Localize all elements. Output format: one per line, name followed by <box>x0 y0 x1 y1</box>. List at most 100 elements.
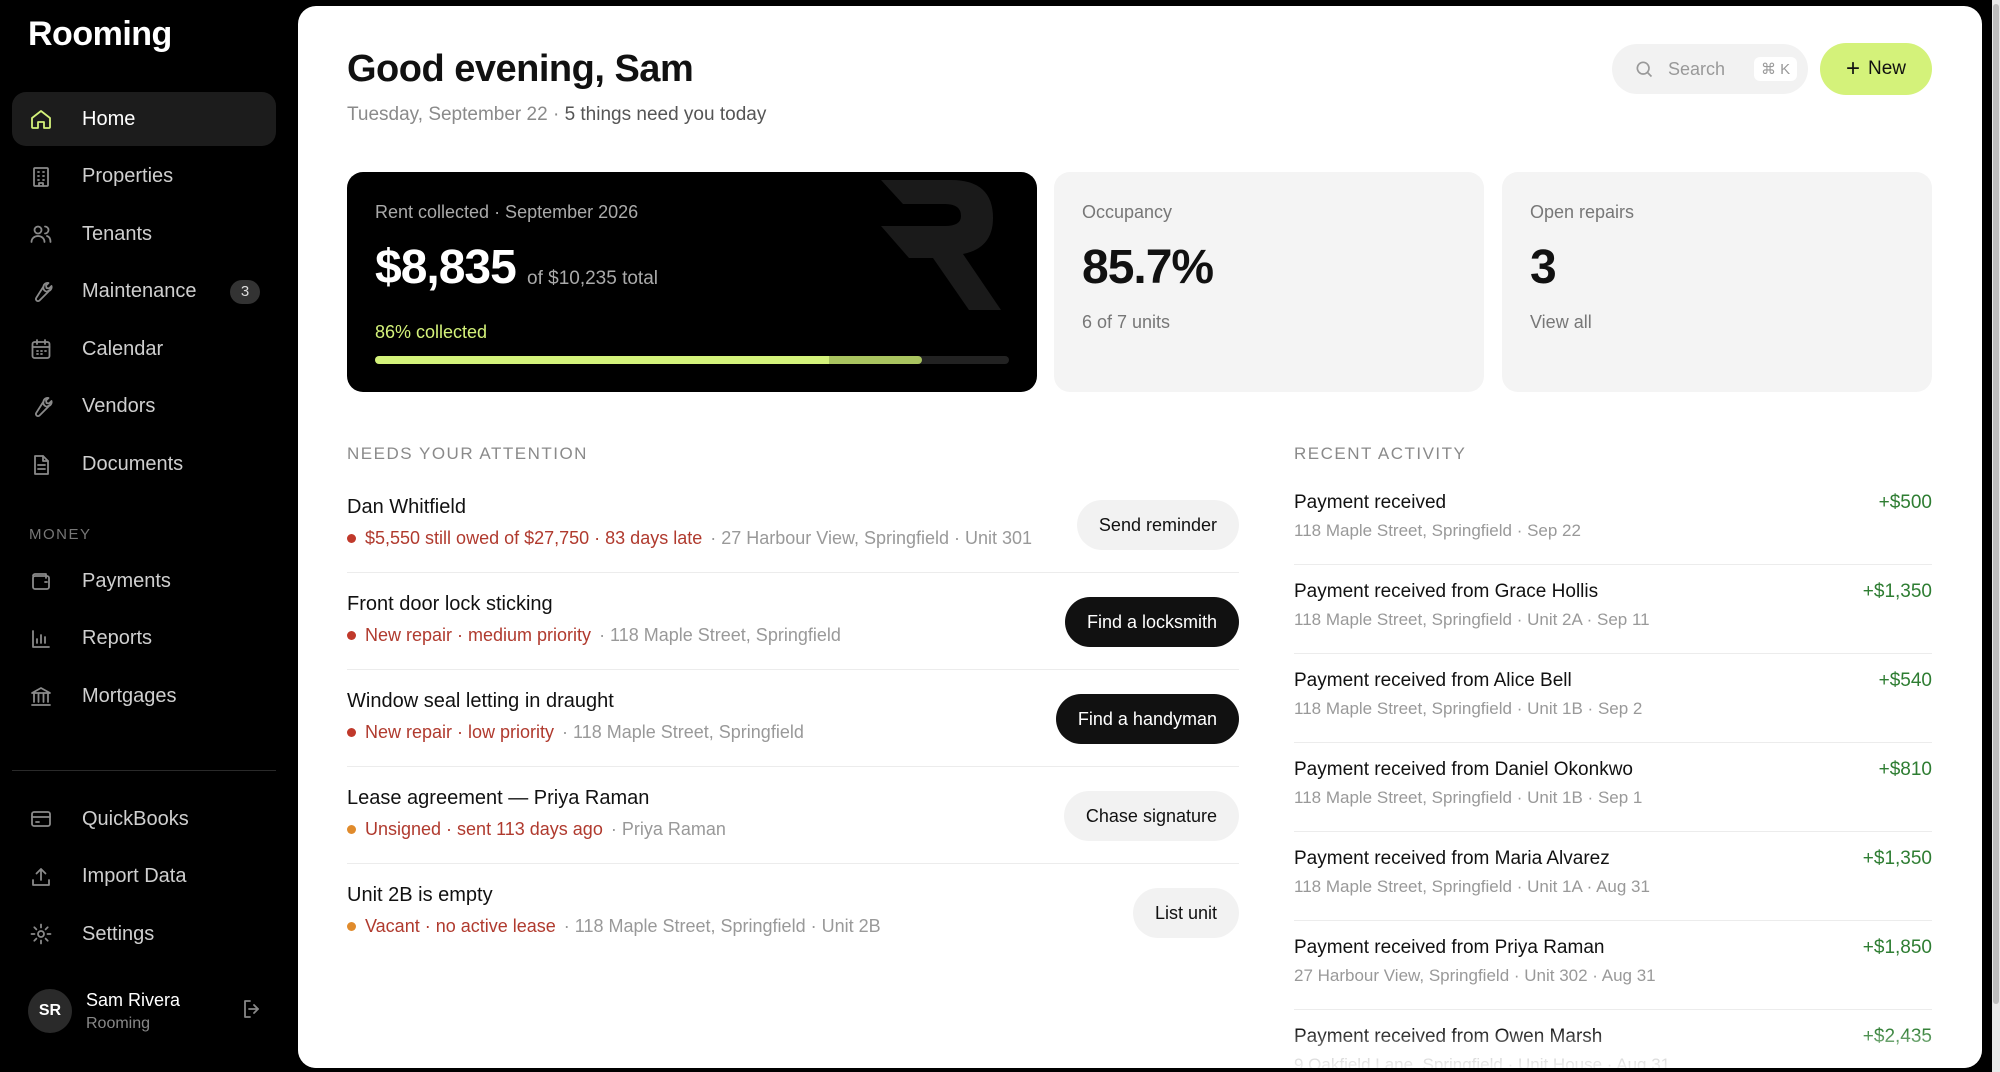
find-a-handyman-button[interactable]: Find a handyman <box>1055 694 1239 744</box>
attention-item-detail: · 27 Harbour View, Springfield · Unit 30… <box>710 528 1033 548</box>
logout-icon[interactable] <box>240 997 264 1026</box>
activity-item-title: Payment received <box>1294 492 1447 513</box>
sidebar-item-calendar[interactable]: Calendar <box>12 322 276 376</box>
search-box[interactable]: ⌘ K <box>1612 44 1808 94</box>
chase-signature-button[interactable]: Chase signature <box>1063 791 1239 841</box>
building-icon <box>28 164 54 190</box>
sidebar-item-settings[interactable]: Settings <box>12 907 276 961</box>
activity-item[interactable]: Payment received 118 Maple Street, Spring… <box>1294 476 1932 565</box>
activity-item[interactable]: Payment received from Owen Marsh 9 Oakfie… <box>1294 1010 1932 1068</box>
sidebar-item-documents[interactable]: Documents <box>12 438 276 492</box>
attention-item[interactable]: Dan Whitfield $5,550 still owed of $27,75… <box>347 476 1239 573</box>
activity-item-title: Payment received from Daniel Okonkwo <box>1294 759 1633 780</box>
status-dot-icon <box>347 631 356 640</box>
attention-item-status: Unsigned · sent 113 days ago <box>365 819 603 839</box>
money-section-label: MONEY <box>29 526 92 543</box>
attention-item[interactable]: Unit 2B is empty Vacant · no active lease… <box>347 864 1239 961</box>
activity-item-amount: +$1,850 <box>1862 937 1932 958</box>
activity-item[interactable]: Payment received from Daniel Okonkwo 118 … <box>1294 743 1932 832</box>
attention-item-status: New repair · low priority <box>365 722 555 742</box>
status-dot-icon <box>347 534 356 543</box>
occupancy-card[interactable]: Occupancy 85.7% 6 of 7 units <box>1054 172 1484 392</box>
subtitle-separator: · <box>547 104 565 125</box>
plus-icon: + <box>1845 55 1860 82</box>
main-nav: Home Properties Tenants Maintenance 3 Calenda… <box>12 92 276 495</box>
bottom-nav: QuickBooks Import Data Settings <box>12 792 276 965</box>
sidebar-item-maintenance[interactable]: Maintenance 3 <box>12 265 276 319</box>
sidebar-item-quickbooks[interactable]: QuickBooks <box>12 792 276 846</box>
rooming-logo[interactable]: Rooming <box>28 14 172 54</box>
attention-item-title: Front door lock sticking <box>347 593 553 615</box>
repairs-view-all-link[interactable]: View all <box>1530 312 1592 333</box>
attention-item-meta: New repair · low priority · 118 Maple Str… <box>347 722 804 743</box>
sidebar-item-label: Mortgages <box>82 684 177 707</box>
attention-item-status: Vacant · no active lease <box>365 916 556 936</box>
activity-item-amount: +$540 <box>1878 670 1932 691</box>
find-a-locksmith-button[interactable]: Find a locksmith <box>1064 597 1239 647</box>
activity-item-amount: +$1,350 <box>1862 581 1932 602</box>
user-org: Rooming <box>86 1014 151 1032</box>
wrench-icon <box>28 279 54 305</box>
search-input[interactable] <box>1668 58 1748 80</box>
attention-item-detail: · 118 Maple Street, Springfield · Unit 2… <box>563 916 881 936</box>
attention-item-status: $5,550 still owed of $27,750 · 83 days l… <box>365 528 703 548</box>
today-summary: 5 things need you today <box>564 104 767 125</box>
attention-item-meta: $5,550 still owed of $27,750 · 83 days l… <box>347 528 1032 549</box>
sidebar-item-mortgages[interactable]: Mortgages <box>12 669 276 723</box>
occupancy-value: 85.7% <box>1082 241 1214 294</box>
new-button-label: New <box>1868 58 1907 79</box>
sidebar-item-label: Properties <box>82 165 174 188</box>
rent-card-label: Rent collected · September 2026 <box>375 202 639 222</box>
activity-item[interactable]: Payment received from Maria Alvarez 118 M… <box>1294 832 1932 921</box>
sidebar-item-tenants[interactable]: Tenants <box>12 207 276 261</box>
attention-item[interactable]: Window seal letting in draught New repair… <box>347 670 1239 767</box>
activity-item-title: Payment received from Maria Alvarez <box>1294 848 1610 869</box>
activity-item-title: Payment received from Grace Hollis <box>1294 581 1599 602</box>
activity-item[interactable]: Payment received from Grace Hollis 118 Ma… <box>1294 565 1932 654</box>
occupancy-label: Occupancy <box>1082 202 1173 222</box>
user-profile[interactable]: SR Sam Rivera Rooming <box>28 982 264 1040</box>
list-unit-button[interactable]: List unit <box>1132 888 1239 938</box>
sidebar-item-label: Settings <box>82 922 155 945</box>
activity-item-amount: +$1,350 <box>1862 848 1932 869</box>
activity-item-meta: 27 Harbour View, Springfield · Unit 302 … <box>1294 966 1656 985</box>
attention-item-detail: · Priya Raman <box>610 819 726 839</box>
open-repairs-card[interactable]: Open repairs 3 View all <box>1502 172 1932 392</box>
activity-item-title: Payment received from Owen Marsh <box>1294 1026 1603 1047</box>
attention-item-title: Window seal letting in draught <box>347 690 614 712</box>
activity-item-meta: 9 Oakfield Lane, Springfield · Unit Hous… <box>1294 1055 1671 1068</box>
app-name: Rooming <box>28 14 172 53</box>
activity-item[interactable]: Payment received from Alice Bell 118 Mapl… <box>1294 654 1932 743</box>
attention-item-title: Lease agreement — Priya Raman <box>347 787 650 809</box>
status-dot-icon <box>347 825 356 834</box>
activity-item[interactable]: Payment received from Priya Raman 27 Harb… <box>1294 921 1932 1010</box>
scrollbar-thumb[interactable] <box>1993 4 1999 1004</box>
repairs-label: Open repairs <box>1530 202 1635 222</box>
activity-heading: RECENT ACTIVITY <box>1294 444 1467 463</box>
activity-item-meta: 118 Maple Street, Springfield · Unit 1B … <box>1294 788 1643 807</box>
sidebar-item-home[interactable]: Home <box>12 92 276 146</box>
attention-item[interactable]: Lease agreement — Priya Raman Unsigned · … <box>347 767 1239 864</box>
activity-item-amount: +$810 <box>1878 759 1932 780</box>
attention-item-detail: · 118 Maple Street, Springfield <box>562 722 804 742</box>
attention-item-detail: · 118 Maple Street, Springfield <box>599 625 841 645</box>
attention-item[interactable]: Front door lock sticking New repair · med… <box>347 573 1239 670</box>
sidebar-item-label: Maintenance <box>82 280 197 303</box>
attention-heading: NEEDS YOUR ATTENTION <box>347 444 588 463</box>
sidebar-item-properties[interactable]: Properties <box>12 150 276 204</box>
sidebar-item-payments[interactable]: Payments <box>12 554 276 608</box>
sidebar-item-label: Payments <box>82 569 171 592</box>
occupancy-sub: 6 of 7 units <box>1082 312 1171 332</box>
sidebar: Rooming Home Properties Tenants Maintenance… <box>0 0 290 1072</box>
sidebar-item-vendors[interactable]: Vendors <box>12 380 276 434</box>
sidebar-item-import-data[interactable]: Import Data <box>12 850 276 904</box>
rooming-watermark-icon <box>881 180 1001 310</box>
main-panel: Good evening, Sam Tuesday, September 22 … <box>298 6 1982 1068</box>
avatar: SR <box>28 989 72 1033</box>
send-reminder-button[interactable]: Send reminder <box>1076 500 1239 550</box>
sidebar-item-reports[interactable]: Reports <box>12 612 276 666</box>
rent-collected-card[interactable]: Rent collected · September 2026 $8,835 o… <box>347 172 1037 392</box>
sidebar-item-label: Import Data <box>82 865 187 888</box>
sidebar-item-label: Vendors <box>82 395 156 418</box>
new-button[interactable]: + New <box>1820 43 1932 95</box>
